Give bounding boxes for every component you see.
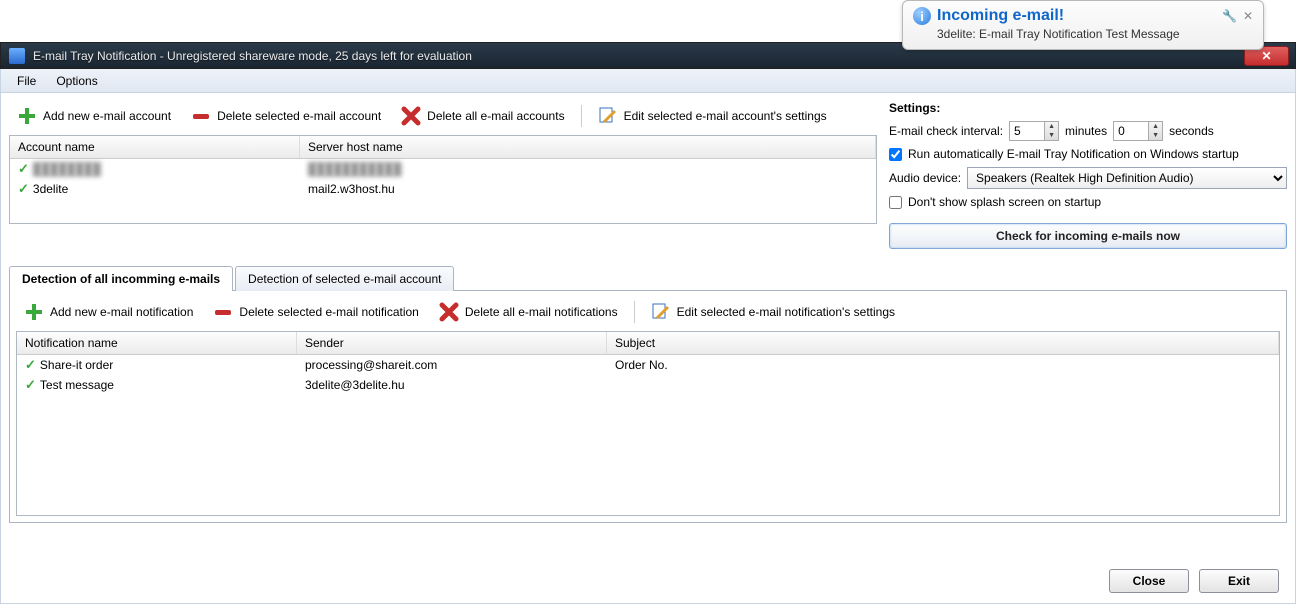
- delete-all-accounts-label: Delete all e-mail accounts: [427, 109, 564, 123]
- autostart-checkbox[interactable]: [889, 148, 902, 161]
- accounts-toolbar: Add new e-mail account Delete selected e…: [9, 101, 877, 131]
- check-icon: ✓: [25, 357, 36, 373]
- add-account-button[interactable]: Add new e-mail account: [9, 104, 179, 128]
- column-server-host[interactable]: Server host name: [300, 136, 876, 158]
- delete-all-notifications-label: Delete all e-mail notifications: [465, 305, 618, 319]
- account-host: ███████████: [308, 162, 402, 176]
- account-name: 3delite: [33, 182, 68, 196]
- notification-name: Share-it order: [40, 358, 113, 372]
- separator: [634, 301, 635, 323]
- account-name: ████████: [33, 162, 101, 176]
- plus-icon: [17, 106, 37, 126]
- edit-notification-button[interactable]: Edit selected e-mail notification's sett…: [643, 300, 903, 324]
- menu-file[interactable]: File: [7, 71, 46, 91]
- add-notification-button[interactable]: Add new e-mail notification: [16, 300, 201, 324]
- interval-label: E-mail check interval:: [889, 124, 1003, 138]
- account-host: mail2.w3host.hu: [308, 182, 395, 196]
- app-icon: [9, 48, 25, 64]
- audio-label: Audio device:: [889, 171, 961, 185]
- table-row[interactable]: ✓ ████████ ███████████: [10, 159, 876, 179]
- table-row[interactable]: ✓ 3delite mail2.w3host.hu: [10, 179, 876, 199]
- column-sender[interactable]: Sender: [297, 332, 607, 354]
- minutes-label: minutes: [1065, 124, 1107, 138]
- notification-subject: Order No.: [615, 358, 668, 372]
- column-subject[interactable]: Subject: [607, 332, 1279, 354]
- edit-icon: [598, 106, 618, 126]
- popup-subtitle: 3delite: E-mail Tray Notification Test M…: [937, 27, 1253, 41]
- settings-title: Settings:: [889, 101, 1287, 115]
- notification-sender: 3delite@3delite.hu: [305, 378, 405, 392]
- incoming-email-popup: i Incoming e-mail! 🔧 ✕ 3delite: E-mail T…: [902, 0, 1264, 50]
- accounts-list: Account name Server host name ✓ ████████ …: [9, 135, 877, 224]
- table-row[interactable]: ✓ Test message 3delite@3delite.hu: [17, 375, 1279, 395]
- minutes-input[interactable]: [1010, 122, 1044, 140]
- minus-icon: [213, 302, 233, 322]
- minus-icon: [191, 106, 211, 126]
- seconds-input[interactable]: [1114, 122, 1148, 140]
- window-title: E-mail Tray Notification - Unregistered …: [33, 49, 1244, 63]
- edit-account-button[interactable]: Edit selected e-mail account's settings: [590, 104, 835, 128]
- seconds-label: seconds: [1169, 124, 1214, 138]
- check-icon: ✓: [18, 181, 29, 197]
- splash-label: Don't show splash screen on startup: [908, 195, 1101, 209]
- popup-title: Incoming e-mail!: [937, 7, 1222, 25]
- check-icon: ✓: [25, 377, 36, 393]
- delete-all-notifications-button[interactable]: Delete all e-mail notifications: [431, 300, 626, 324]
- delete-selected-account-label: Delete selected e-mail account: [217, 109, 381, 123]
- edit-icon: [651, 302, 671, 322]
- settings-panel: Settings: E-mail check interval: ▲▼ minu…: [889, 101, 1287, 249]
- menu-options[interactable]: Options: [46, 71, 107, 91]
- detection-tabs: Detection of all incomming e-mails Detec…: [9, 265, 1287, 523]
- menubar: File Options: [0, 69, 1296, 93]
- tab-all-emails[interactable]: Detection of all incomming e-mails: [9, 266, 233, 291]
- x-icon: [401, 106, 421, 126]
- wrench-icon[interactable]: 🔧: [1222, 9, 1237, 23]
- add-notification-label: Add new e-mail notification: [50, 305, 193, 319]
- check-icon: ✓: [18, 161, 29, 177]
- plus-icon: [24, 302, 44, 322]
- splash-checkbox[interactable]: [889, 196, 902, 209]
- notification-name: Test message: [40, 378, 114, 392]
- info-icon: i: [913, 7, 931, 25]
- seconds-stepper[interactable]: ▲▼: [1113, 121, 1163, 141]
- close-icon[interactable]: ✕: [1243, 9, 1253, 23]
- edit-account-label: Edit selected e-mail account's settings: [624, 109, 827, 123]
- delete-selected-notification-button[interactable]: Delete selected e-mail notification: [205, 300, 426, 324]
- notifications-list: Notification name Sender Subject ✓ Share-…: [16, 331, 1280, 516]
- minutes-stepper[interactable]: ▲▼: [1009, 121, 1059, 141]
- tab-selected-account[interactable]: Detection of selected e-mail account: [235, 266, 454, 291]
- autostart-label: Run automatically E-mail Tray Notificati…: [908, 147, 1239, 161]
- notifications-toolbar: Add new e-mail notification Delete selec…: [16, 297, 1280, 327]
- check-now-button[interactable]: Check for incoming e-mails now: [889, 223, 1287, 249]
- exit-button[interactable]: Exit: [1199, 569, 1279, 593]
- add-account-label: Add new e-mail account: [43, 109, 171, 123]
- column-account-name[interactable]: Account name: [10, 136, 300, 158]
- column-notification-name[interactable]: Notification name: [17, 332, 297, 354]
- close-button[interactable]: Close: [1109, 569, 1189, 593]
- delete-selected-account-button[interactable]: Delete selected e-mail account: [183, 104, 389, 128]
- notification-sender: processing@shareit.com: [305, 358, 437, 372]
- footer: Close Exit: [1109, 569, 1279, 593]
- delete-all-accounts-button[interactable]: Delete all e-mail accounts: [393, 104, 572, 128]
- table-row[interactable]: ✓ Share-it order processing@shareit.com O…: [17, 355, 1279, 375]
- edit-notification-label: Edit selected e-mail notification's sett…: [677, 305, 895, 319]
- audio-device-select[interactable]: Speakers (Realtek High Definition Audio): [967, 167, 1287, 189]
- separator: [581, 105, 582, 127]
- x-icon: [439, 302, 459, 322]
- delete-selected-notification-label: Delete selected e-mail notification: [239, 305, 418, 319]
